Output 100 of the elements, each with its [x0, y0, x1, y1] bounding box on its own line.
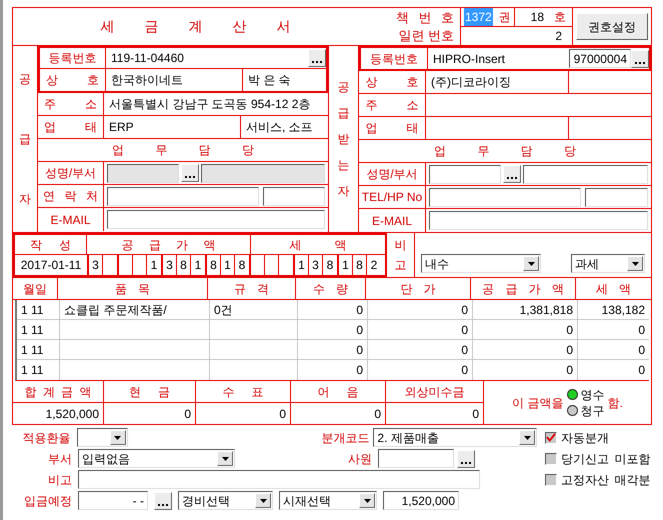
dropdown[interactable]: 과세 [571, 254, 645, 273]
field-label: 주 소 [44, 96, 98, 113]
digit: 1 [150, 257, 158, 274]
total-value: 0 [279, 406, 286, 422]
digit: 8 [356, 257, 363, 274]
input-field[interactable]: 97000004 [569, 49, 631, 68]
caret-down-icon [222, 456, 228, 460]
table-cell-text: 0 [356, 342, 363, 358]
input-field[interactable] [107, 210, 325, 229]
field-label: 상 호 [46, 72, 100, 89]
table-cell-text: 0 [638, 342, 645, 358]
column-header: 현 금 [128, 384, 170, 400]
digit: 3 [166, 257, 173, 274]
column-header: 세 액 [596, 280, 632, 298]
registration-number: 119-11-04460 [110, 50, 185, 67]
dropdown[interactable]: 경비선택 [178, 491, 273, 510]
field-label: 일련 번호 [398, 26, 454, 44]
table-cell-text: 0 [566, 322, 573, 338]
field-label: 업 태 [365, 120, 419, 137]
digit: 1 [298, 257, 305, 274]
table-cell-text: 0건 [214, 302, 233, 318]
radio-label: 영수 [580, 386, 604, 402]
registration-number: HIPRO-Insert [432, 50, 506, 68]
input-field[interactable]: - - [78, 491, 148, 510]
business-type: ERP [109, 119, 134, 136]
table-cell-text: 1,381,818 [520, 302, 573, 318]
browse-button[interactable] [631, 50, 649, 68]
column-header: 세 액 [289, 236, 347, 254]
checkbox[interactable] [545, 474, 557, 486]
browse-button[interactable] [181, 164, 199, 182]
input-field[interactable] [585, 188, 648, 206]
field-label: TEL/HP No [362, 189, 422, 206]
browse-button[interactable] [503, 165, 521, 183]
total-value: 0 [184, 406, 191, 422]
browse-button[interactable] [154, 492, 172, 510]
column-header: 수 량 [312, 280, 348, 298]
table-cell-text: 1 11 [21, 342, 44, 358]
field-label: 성명/부서 [44, 165, 96, 182]
issue-number: 18 [530, 9, 544, 26]
input-field[interactable]: 1,520,000 [383, 491, 459, 510]
field-label: 책 번 호 [396, 8, 454, 26]
radio-label: 청구 [580, 402, 604, 418]
table-cell-text: 0 [638, 362, 645, 379]
dropdown[interactable]: 2. 제품매출 [373, 428, 538, 447]
input-field[interactable] [429, 211, 648, 230]
address: 서울특별시 강남구 도곡동 954-12 2층 [108, 96, 312, 113]
company-name: 한국하이네트 [106, 69, 243, 91]
column-header: 단 가 [400, 280, 436, 298]
dropdown[interactable]: 내수 [421, 254, 541, 273]
dropdown[interactable] [76, 428, 128, 447]
digit: 8 [180, 257, 187, 274]
column-header: 공 급 가 액 [121, 236, 216, 254]
input-field[interactable] [263, 186, 325, 206]
field-label: 상 호 [365, 74, 419, 91]
receipt-prefix: 이 금액을 [512, 394, 564, 412]
table-cell-text: 1 11 [21, 302, 44, 318]
column-header: 작 성 [30, 236, 72, 254]
digit: 1 [194, 257, 202, 274]
input-field[interactable] [378, 449, 454, 468]
checkbox[interactable] [545, 452, 557, 464]
browse-button[interactable] [457, 450, 475, 468]
business-item: 서비스, 소프 [245, 119, 314, 136]
column-header: 수 표 [222, 384, 264, 400]
field-label: E-MAIL [50, 212, 90, 228]
dropdown[interactable]: 입력없음 [78, 449, 235, 468]
representative-name: 박 은 숙 [247, 72, 292, 89]
digit: 8 [326, 257, 334, 274]
digit: 1 [224, 257, 231, 274]
field-label: 입금예정 [23, 492, 72, 510]
table-cell-text: 0 [356, 302, 363, 318]
input-field[interactable] [523, 164, 648, 184]
column-header: 규 격 [234, 280, 270, 298]
side-label: 비고 [394, 237, 406, 274]
checkbox[interactable] [545, 432, 557, 444]
table-cell-text: 0 [638, 322, 645, 338]
volume-settings-button[interactable]: 권호설정 [576, 13, 648, 40]
input-field[interactable] [429, 164, 501, 184]
field-label: 업 태 [44, 119, 98, 136]
input-field[interactable] [429, 188, 581, 206]
checkbox-label: 자동분개 [561, 430, 609, 446]
field-label: 적용환율 [22, 430, 71, 446]
radio-button[interactable] [566, 389, 578, 400]
radio-button[interactable] [566, 405, 578, 416]
input-field[interactable] [107, 186, 259, 206]
table-cell-text: 0 [461, 362, 468, 379]
field-label: 주 소 [365, 97, 419, 114]
table-cell-text: 0 [461, 322, 468, 338]
unit-label: 호 [554, 9, 566, 26]
table-cell-text: 0 [461, 342, 468, 358]
side-label: 공급자 [19, 71, 31, 208]
field-label: 연 락 처 [43, 188, 98, 205]
field-label: 비고 [47, 472, 72, 488]
input-field[interactable] [78, 470, 480, 489]
total-value: 1,520,000 [46, 406, 99, 422]
browse-button[interactable] [308, 49, 326, 67]
serial-number: 2 [555, 28, 562, 45]
section-heading: 업 무 담 당 [434, 143, 576, 160]
dropdown[interactable]: 시재선택 [279, 491, 377, 510]
caret-down-icon [524, 436, 531, 440]
digit: 3 [312, 257, 319, 274]
